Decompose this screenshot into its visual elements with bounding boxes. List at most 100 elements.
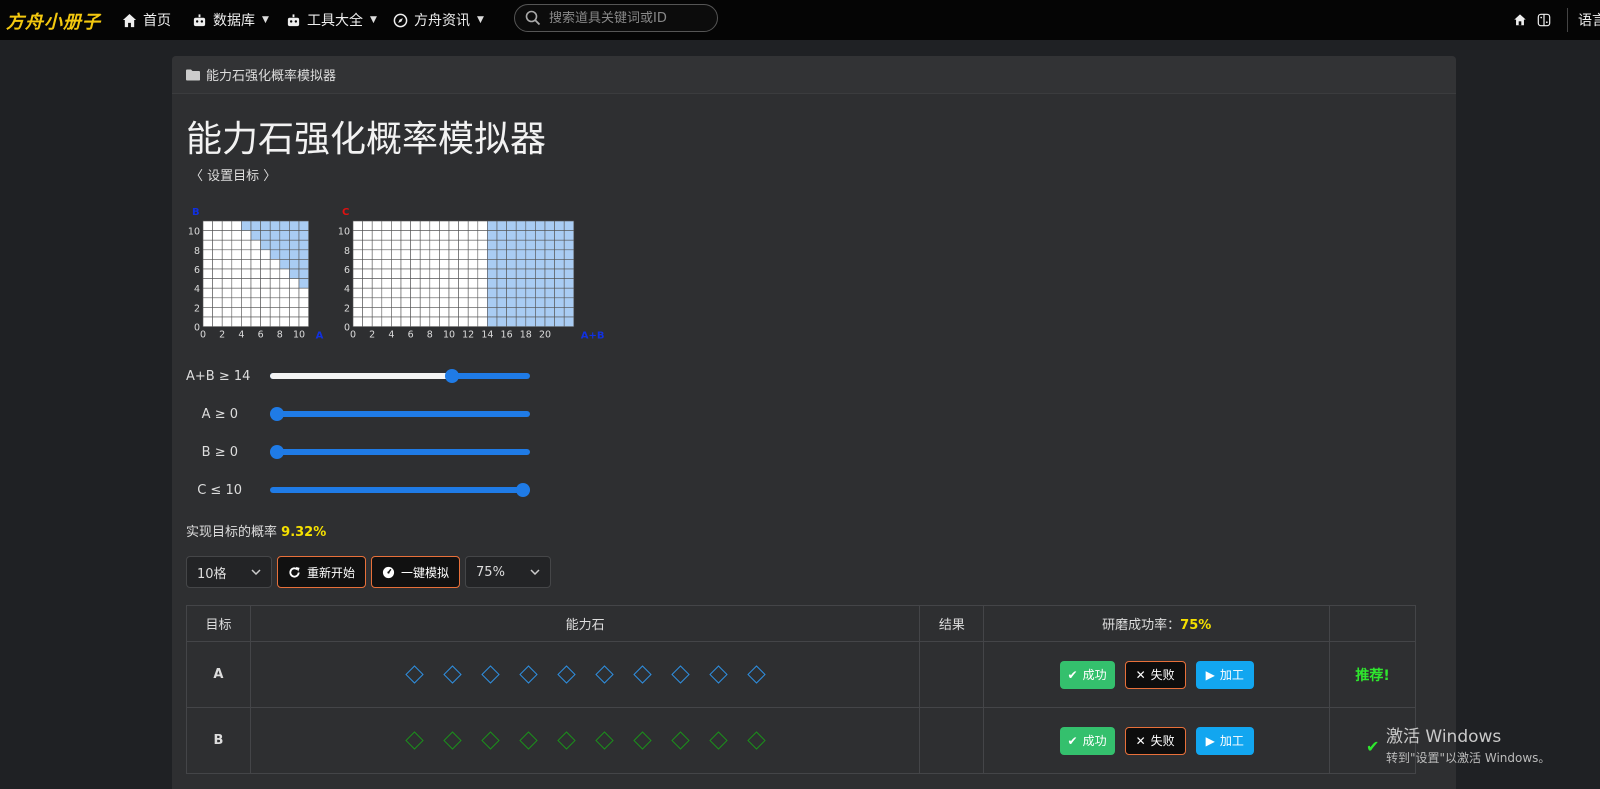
grid-cell: [448, 278, 459, 289]
success-button[interactable]: ✔ 成功: [1059, 660, 1115, 689]
grid-cell: [554, 307, 565, 318]
simulate-button-label: 一键模拟: [401, 565, 450, 580]
slider-b-thumb[interactable]: [270, 445, 284, 459]
grid-cell: [458, 287, 469, 299]
grid-cell: [525, 249, 536, 260]
grid-cell: [419, 316, 431, 327]
grid-cell: [289, 307, 300, 318]
windows-watermark: 激活 Windows 转到"设置"以激活 Windows。: [1386, 722, 1550, 766]
grid-cell: [487, 230, 498, 241]
x-tick-label: 8: [427, 330, 433, 341]
grid-cell: [371, 239, 383, 251]
grid-cell: [362, 239, 373, 251]
slot-diamond-icon: [556, 665, 576, 684]
grid-cell: [298, 297, 309, 308]
process-button[interactable]: ▶ 加工: [1195, 660, 1254, 689]
grid-cell: [250, 287, 261, 299]
grid-cell: [381, 239, 392, 251]
grid-cell: [400, 268, 411, 279]
slider-ab-thumb[interactable]: [445, 369, 459, 383]
language-selector[interactable]: 语言: [1578, 10, 1600, 30]
grid-cell: [525, 278, 536, 289]
nav-database[interactable]: 数据库 ▼: [192, 10, 269, 30]
grid-cell: [535, 307, 546, 318]
grid-cell: [279, 239, 290, 251]
simulate-button[interactable]: 一键模拟: [371, 556, 461, 588]
fail-button[interactable]: ✕ 失败: [1124, 726, 1186, 755]
search-box[interactable]: [514, 4, 718, 32]
rate-select[interactable]: 75%: [465, 556, 552, 588]
grid-cell: [391, 230, 402, 241]
slider-row-c: C ≤ 10: [186, 480, 530, 500]
grid-cell: [400, 230, 411, 241]
grid-cell: [563, 230, 575, 241]
x-tick-label: 4: [388, 330, 394, 341]
grid-cell: [250, 259, 261, 270]
process-button[interactable]: ▶ 加工: [1195, 726, 1254, 755]
grid-cell: [448, 268, 459, 279]
nav-home[interactable]: 首页: [122, 10, 171, 30]
slider-b[interactable]: [270, 445, 530, 459]
grid-cell: [439, 268, 450, 279]
grid-cell: [352, 316, 363, 327]
slot-diamond-icon: [708, 731, 728, 750]
grid-cell: [400, 278, 411, 289]
grid-cell: [554, 249, 565, 260]
grid-cell: [410, 230, 421, 241]
grid-cell: [544, 307, 555, 318]
set-goal-toggle[interactable]: 〈 设置目标 〉: [190, 165, 276, 184]
grid-cell: [202, 220, 213, 231]
slot-diamond-icon: [480, 731, 500, 750]
grid-cell: [212, 307, 223, 318]
gauge-icon: [382, 566, 395, 578]
grid-cell: [554, 278, 565, 289]
grid-cell: [250, 239, 261, 251]
grid-cell: [381, 287, 392, 299]
x-tick-label: 10: [293, 330, 305, 341]
nav-news[interactable]: 方舟资讯 ▼: [393, 10, 484, 30]
grid-cell: [506, 316, 517, 327]
grid-cell: [250, 230, 261, 241]
grid-cell: [496, 249, 507, 260]
grid-cell: [563, 259, 575, 270]
grid-cell: [467, 239, 479, 251]
grid-cell: [458, 316, 469, 327]
row-actions: ✔ 成功 ✕ 失败 ▶ 加工: [983, 707, 1331, 774]
y-tick-label: 8: [344, 246, 350, 257]
grid-cell: [269, 259, 281, 270]
slots-select[interactable]: 10格: [186, 556, 272, 588]
slider-c-thumb[interactable]: [516, 483, 530, 497]
slider-c[interactable]: [270, 483, 530, 497]
home-small-icon[interactable]: [1513, 13, 1527, 27]
search-input[interactable]: [549, 10, 709, 26]
grid-cell: [279, 278, 290, 289]
grid-cell: [289, 220, 300, 231]
grid-cell: [279, 268, 290, 279]
success-button[interactable]: ✔ 成功: [1059, 726, 1115, 755]
slider-a[interactable]: [270, 407, 530, 421]
grid-cell: [554, 220, 565, 231]
restart-button[interactable]: 重新开始: [277, 556, 367, 588]
grid-cell: [487, 220, 498, 231]
grid-cell: [554, 287, 565, 299]
grid-cell: [544, 249, 555, 260]
grid-cell: [410, 259, 421, 270]
grid-cell: [429, 268, 440, 279]
grid-cell: [506, 287, 517, 299]
grid-cell: [352, 239, 363, 251]
grid-cell: [535, 278, 546, 289]
grid-cell: [525, 287, 536, 299]
switch-console-icon[interactable]: [1537, 13, 1551, 27]
slot-diamond-icon: [480, 665, 500, 684]
grid-cell: [419, 220, 431, 231]
slider-ab[interactable]: [270, 369, 530, 383]
grid-cell: [487, 278, 498, 289]
row-actions: ✔ 成功 ✕ 失败 ▶ 加工: [983, 641, 1331, 708]
fail-button[interactable]: ✕ 失败: [1124, 660, 1186, 689]
grid-cell: [381, 249, 392, 260]
nav-tools[interactable]: 工具大全 ▼: [286, 10, 377, 30]
site-logo[interactable]: 方舟小册子: [6, 8, 101, 34]
slider-a-thumb[interactable]: [270, 407, 284, 421]
grid-cell: [250, 297, 261, 308]
grid-cell: [298, 287, 309, 299]
